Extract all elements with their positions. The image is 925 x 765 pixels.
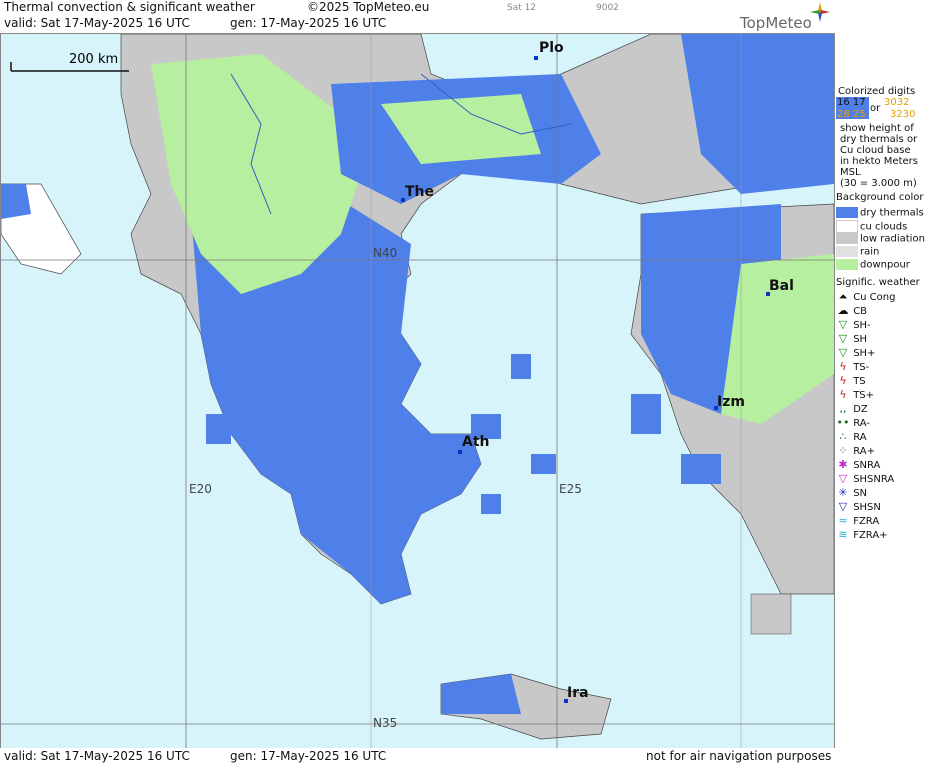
city-label-bal: Bal (769, 278, 794, 294)
shower-heavy-icon: ▽ (838, 346, 848, 359)
map-canvas (1, 34, 834, 749)
legend-desc-4: in hekto Meters (840, 156, 918, 167)
footer-generated-time: gen: 17-May-2025 16 UTC (230, 749, 387, 763)
legend-swatch-cu (836, 220, 858, 233)
legend-bg-title: Background color (836, 192, 924, 203)
city-label-the: The (405, 184, 435, 200)
thunderstorm-light-icon: ϟ (839, 360, 847, 373)
snow-icon: ✳ (838, 486, 848, 499)
legend-swatch-low-rad (836, 233, 858, 244)
legend-sig-item: ϟ TS- (836, 360, 869, 373)
grid-label-e20: E20 (189, 482, 212, 496)
legend-sample-b: 28 25 (837, 109, 866, 120)
legend-desc-3: Cu cloud base (840, 145, 911, 156)
freezing-rain-heavy-icon: ≋ (838, 528, 848, 541)
weather-map[interactable]: 200 km N40 E20 E25 N35 Plo The Bal Izm A… (0, 33, 835, 750)
snow-rain-icon: ✱ (838, 458, 848, 471)
legend-bg-item: dry thermals (836, 207, 924, 219)
grid-label-n40: N40 (373, 246, 398, 260)
valid-time: valid: Sat 17-May-2025 16 UTC (4, 16, 190, 30)
brand-logo-text: TopMeteo (740, 14, 812, 32)
legend-sig-item: ☁ CB (837, 304, 868, 317)
legend-desc-5: MSL (840, 167, 861, 178)
legend-desc-2: dry thermals or (840, 134, 918, 145)
legend-bg-item: downpour (836, 259, 910, 271)
copyright: ©2025 TopMeteo.eu (307, 0, 430, 14)
legend-sample-c: 3032 (884, 97, 910, 108)
day-code: Sat 12 (507, 3, 537, 13)
shower-snow-rain-icon: ▽ (838, 472, 848, 485)
freezing-rain-icon: ≈ (838, 514, 848, 527)
thunderstorm-icon: ϟ (839, 374, 847, 387)
legend-sig-item: ⏶ Cu Cong (836, 290, 896, 304)
legend-sig-item: ϟ TS+ (836, 388, 874, 401)
legend-swatch-dry (836, 207, 858, 218)
footer-valid-time: valid: Sat 17-May-2025 16 UTC (4, 749, 190, 763)
legend-bg-item: rain (836, 246, 879, 258)
legend-swatch-downpour (836, 259, 858, 270)
legend-sig-title: Signific. weather (836, 277, 920, 288)
thunderstorm-heavy-icon: ϟ (839, 388, 847, 401)
shower-light-icon: ▽ (838, 318, 848, 331)
product-code: 9002 (596, 3, 619, 13)
legend-desc-6: (30 = 3.000 m) (840, 178, 917, 189)
shower-snow-icon: ▽ (838, 500, 848, 513)
drizzle-icon: ,, (839, 402, 847, 415)
grid-label-e25: E25 (559, 482, 582, 496)
cu-cong-icon: ⏶ (838, 290, 848, 303)
legend-sig-item: ∴ RA (836, 430, 867, 443)
rain-icon: ∴ (839, 430, 847, 443)
rain-heavy-icon: ⁘ (838, 444, 848, 457)
legend-sample-a: 16 17 (837, 97, 866, 108)
legend-sample-d: 3230 (890, 109, 916, 120)
legend-sig-item: ▽ SH+ (836, 346, 876, 359)
header: Thermal convection & significant weather… (0, 0, 925, 32)
legend-sig-item: ≋ FZRA+ (836, 528, 887, 541)
legend-colorized-title: Colorized digits (838, 86, 916, 97)
legend-sig-item: ▽ SH- (836, 318, 871, 331)
legend-sig-item: ≈ FZRA (836, 514, 879, 527)
city-label-plo: Plo (539, 40, 564, 56)
city-label-ira: Ira (567, 685, 589, 701)
legend-desc-1: show height of (840, 123, 914, 134)
legend-sample-or: or (870, 103, 881, 114)
grid-label-n35: N35 (373, 716, 398, 730)
footer: valid: Sat 17-May-2025 16 UTC gen: 17-Ma… (0, 748, 925, 765)
footer-disclaimer: not for air navigation purposes (646, 749, 832, 763)
legend-sig-item: ✱ SNRA (836, 458, 880, 471)
compass-logo-icon (810, 2, 830, 22)
shower-icon: ▽ (838, 332, 848, 345)
legend-sig-item: ,, DZ (836, 402, 868, 415)
legend-sig-item: ϟ TS (836, 374, 865, 387)
legend-sig-item: ⁘ RA+ (836, 444, 875, 457)
rain-light-icon: •• (836, 416, 850, 429)
legend-sig-item: ▽ SH (836, 332, 867, 345)
legend-sig-item: ✳ SN (836, 486, 867, 499)
scale-bar-label: 200 km (69, 52, 119, 67)
legend-bg-item: low radiation (836, 233, 925, 245)
legend-sig-item: ▽ SHSNRA (836, 472, 895, 485)
city-label-izm: Izm (717, 394, 745, 410)
map-title: Thermal convection & significant weather (4, 0, 255, 14)
cb-icon: ☁ (837, 304, 849, 317)
legend-sig-item: •• RA- (836, 416, 870, 429)
legend-sig-item: ▽ SHSN (836, 500, 881, 513)
legend-swatch-rain (836, 246, 858, 257)
generated-time: gen: 17-May-2025 16 UTC (230, 16, 387, 30)
city-label-ath: Ath (462, 434, 490, 450)
legend-bg-item: cu clouds (836, 220, 907, 233)
legend-panel: Colorized digits 16 17 28 25 or 3032 323… (834, 83, 925, 748)
